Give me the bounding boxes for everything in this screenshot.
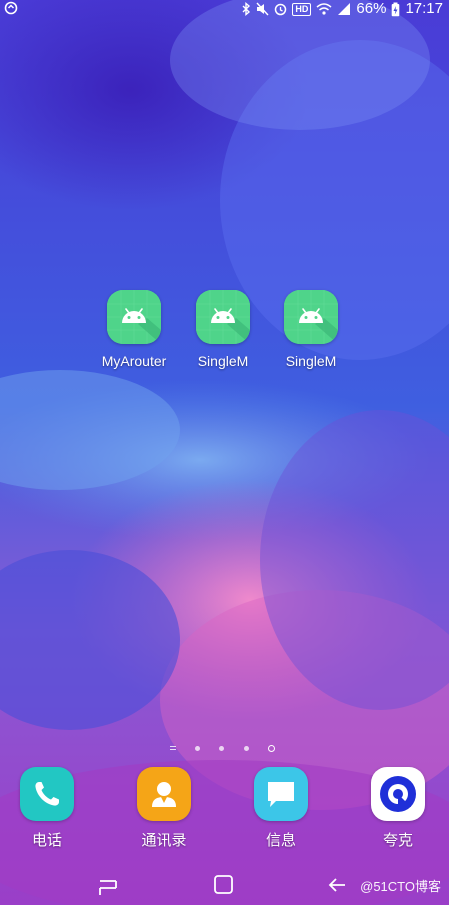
dock-app-messages[interactable]: 信息	[241, 767, 321, 850]
status-bar: HD 66% 17:17	[0, 0, 449, 18]
app-singlem-2[interactable]: SingleM	[266, 290, 356, 369]
sync-icon	[4, 1, 18, 15]
message-icon	[254, 767, 308, 821]
back-button[interactable]	[327, 873, 353, 897]
page-indicator-dot[interactable]	[195, 746, 200, 751]
contacts-icon	[137, 767, 191, 821]
app-myarouter[interactable]: MyArouter	[89, 290, 179, 369]
dock-app-label: 夸克	[382, 832, 413, 849]
android-icon	[196, 290, 250, 344]
hd-badge: HD	[292, 2, 312, 16]
page-indicator-current[interactable]	[268, 744, 275, 752]
quark-icon	[371, 767, 425, 821]
page-indicator[interactable]	[164, 743, 284, 755]
bluetooth-icon	[242, 2, 251, 16]
clock: 17:17	[405, 0, 443, 17]
alarm-icon	[274, 2, 287, 16]
home-button[interactable]	[211, 873, 237, 897]
page-indicator-dot[interactable]	[244, 746, 249, 751]
watermark-text: @51CTO博客	[360, 879, 441, 894]
app-label: SingleM	[197, 353, 249, 369]
app-label: SingleM	[285, 353, 337, 369]
signal-icon	[337, 2, 351, 16]
mute-icon	[256, 2, 269, 16]
android-icon	[107, 290, 161, 344]
dock-app-quark[interactable]: 夸克	[358, 767, 438, 850]
dock-app-label: 电话	[31, 832, 62, 849]
wifi-icon	[316, 2, 332, 16]
app-singlem-1[interactable]: SingleM	[178, 290, 268, 369]
page-indicator-home[interactable]	[170, 746, 176, 750]
battery-percentage: 66%	[356, 0, 387, 17]
navigation-bar: @51CTO博客	[0, 865, 449, 905]
dock-app-label: 通讯录	[141, 832, 187, 849]
home-app-grid: MyArouter SingleM SingleM	[0, 290, 449, 380]
phone-icon	[20, 767, 74, 821]
dock: 电话 通讯录 信息 夸克	[0, 767, 449, 852]
android-icon	[284, 290, 338, 344]
dock-app-label: 信息	[265, 832, 296, 849]
page-indicator-dot[interactable]	[219, 746, 224, 751]
app-label: MyArouter	[101, 353, 167, 369]
battery-charging-icon	[391, 2, 400, 17]
recent-apps-button[interactable]	[96, 873, 122, 897]
dock-app-phone[interactable]: 电话	[7, 767, 87, 850]
dock-app-contacts[interactable]: 通讯录	[124, 767, 204, 850]
